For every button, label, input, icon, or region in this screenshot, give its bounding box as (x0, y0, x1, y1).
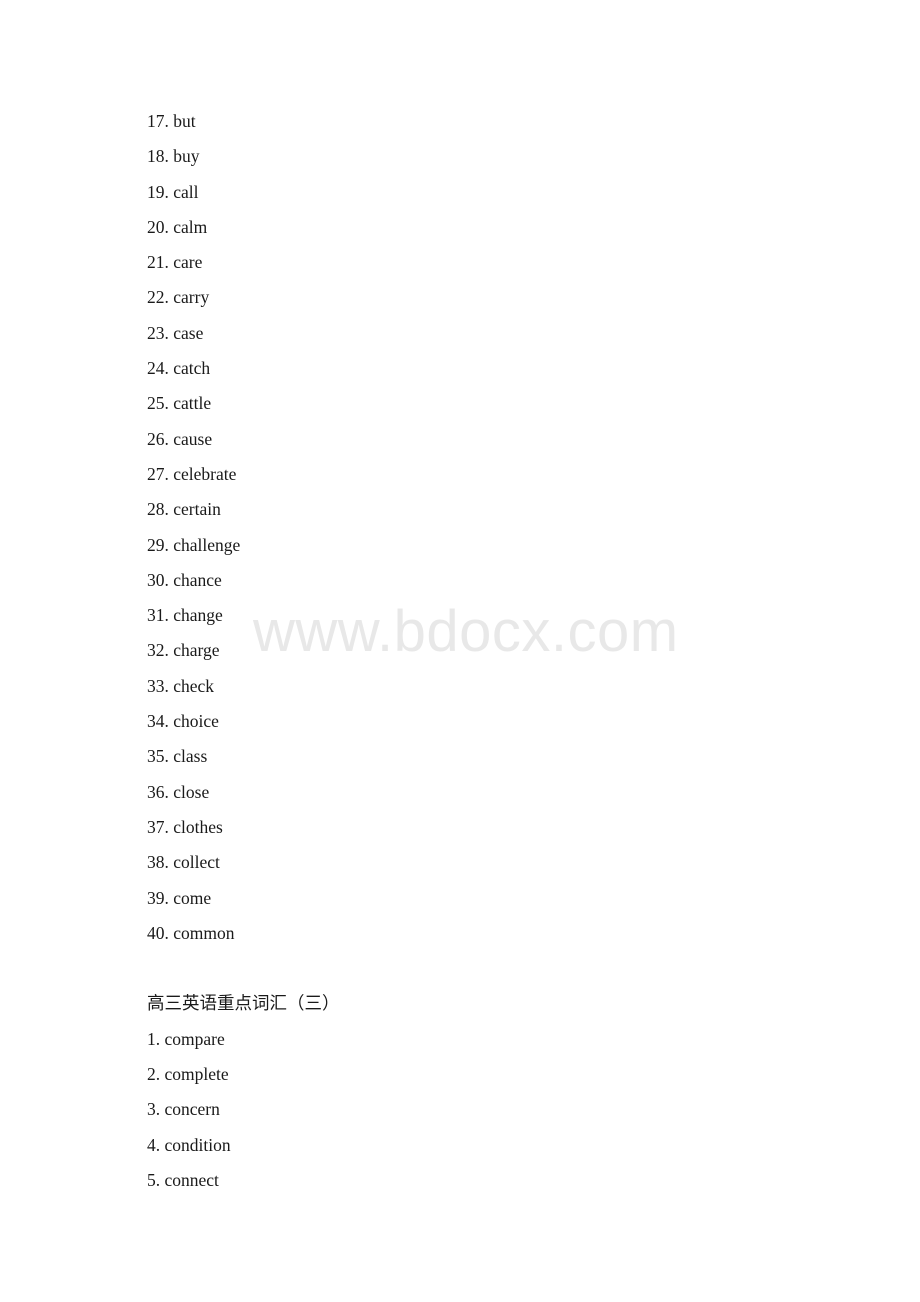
list-item: 4. condition (147, 1134, 231, 1155)
list-item: 35. class (147, 746, 208, 767)
list-item: 33. check (147, 675, 215, 696)
list-item: 36. close (147, 781, 210, 802)
list-item: 26. cause (147, 428, 213, 449)
list-item: 32. charge (147, 640, 220, 661)
vocabulary-list-continued: 17. but 18. buy 19. call 20. calm 21. ca… (0, 0, 920, 951)
document-content: 17. but 18. buy 19. call 20. calm 21. ca… (0, 0, 920, 1278)
list-item: 25. cattle (147, 393, 212, 414)
list-item: 22. carry (147, 287, 210, 308)
list-item: 3. concern (147, 1099, 220, 1120)
page-bottom-margin (0, 1198, 920, 1278)
list-item: 19. call (147, 181, 199, 202)
section-title: 高三英语重点词汇（三） (147, 993, 340, 1014)
list-item: 1. compare (147, 1028, 225, 1049)
list-item: 18. buy (147, 146, 200, 167)
list-item: 20. calm (147, 216, 208, 237)
list-item: 17. but (147, 111, 196, 131)
document-page: www.bdocx.com 17. but 18. buy 19. call 2… (0, 0, 920, 1302)
list-item: 37. clothes (147, 816, 223, 837)
list-item: 31. change (147, 605, 223, 626)
list-item: 30. chance (147, 569, 222, 590)
list-item: 28. certain (147, 499, 221, 520)
list-item: 40. common (147, 922, 235, 943)
list-item: 21. care (147, 252, 203, 273)
list-item: 23. case (147, 322, 204, 343)
list-item: 39. come (147, 887, 212, 908)
list-item: 27. celebrate (147, 463, 237, 484)
vocabulary-list-section-three: 高三英语重点词汇（三） 1. compare 2. complete 3. co… (0, 986, 920, 1198)
list-item: 24. catch (147, 358, 211, 379)
list-item: 2. complete (147, 1064, 229, 1085)
list-item: 34. choice (147, 711, 219, 732)
list-item: 5. connect (147, 1169, 219, 1190)
list-item: 38. collect (147, 852, 220, 873)
list-item: 29. challenge (147, 534, 241, 555)
